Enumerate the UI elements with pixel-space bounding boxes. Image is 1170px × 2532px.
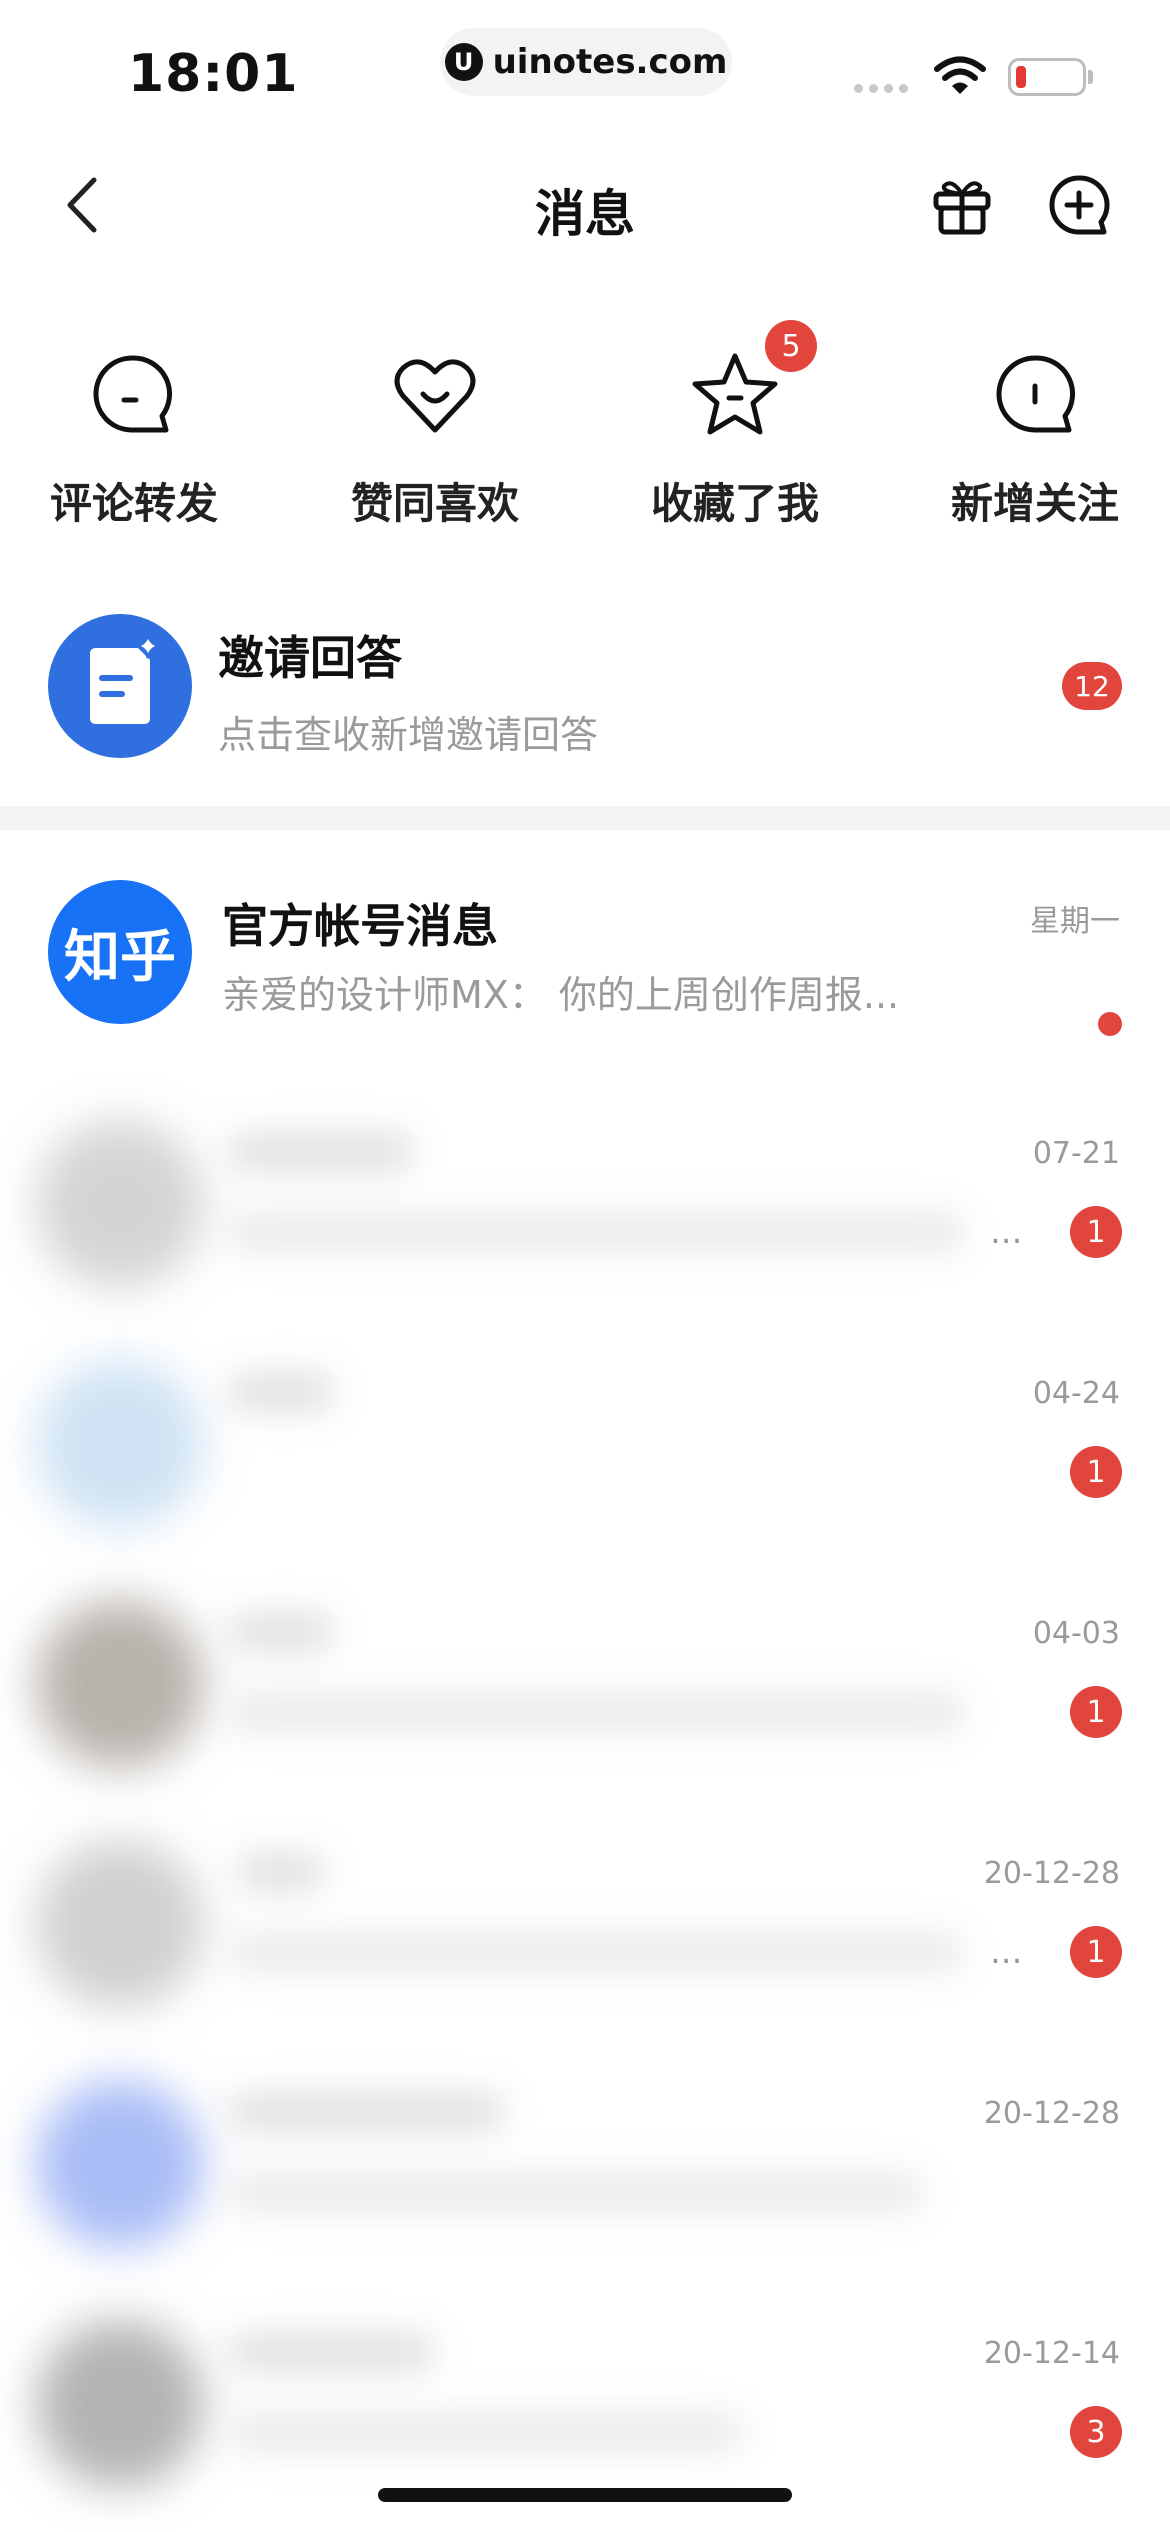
nav-bar: 消息 [0,150,1170,260]
invite-subtitle: 点击查收新增邀请回答 [218,713,599,757]
cellular-signal-icon [854,84,908,93]
blurred-name [236,1850,326,1894]
blurred-preview [226,2170,926,2214]
avatar-text: 知乎 [64,924,176,990]
blurred-preview [226,1690,966,1734]
wifi-icon [934,56,986,94]
blurred-name [226,1370,336,1414]
blurred-name [226,1610,336,1654]
blurred-avatar [36,2080,204,2248]
battery-icon [1008,58,1086,96]
entry-label: 新增关注 [950,479,1119,528]
blurred-avatar [36,1600,204,1768]
home-indicator [378,2488,792,2502]
blurred-preview [226,1930,966,1974]
invite-badge: 12 [1062,662,1122,710]
message-row[interactable]: 04-03 1 [0,1580,1170,1820]
blurred-name [226,1130,416,1174]
quick-entries: 评论转发 赞同喜欢 5 收藏了我 新增关注 [0,320,1170,540]
message-time: 04-24 [1032,1376,1120,1411]
message-time: 07-21 [1032,1136,1120,1171]
unread-dot [1098,1012,1122,1036]
entry-label: 收藏了我 [650,479,819,528]
message-row[interactable]: 04-24 1 [0,1340,1170,1580]
entry-followers[interactable]: 新增关注 [885,340,1170,540]
message-row[interactable]: ... 20-12-28 1 [0,1820,1170,2060]
status-bar: 18:01 U uinotes.com [0,0,1170,130]
invite-title: 邀请回答 [218,631,402,685]
message-time: 20-12-28 [983,2096,1120,2131]
blurred-name [226,2090,506,2134]
follow-icon [996,355,1076,433]
unread-badge: 1 [1070,1686,1122,1738]
message-row[interactable]: 20-12-28 [0,2060,1170,2300]
blurred-preview [226,2410,746,2454]
message-time: 20-12-28 [983,1856,1120,1891]
invite-avatar [48,614,192,758]
page-title: 消息 [535,185,635,243]
section-divider [0,806,1170,830]
unread-badge: 1 [1070,1446,1122,1498]
unread-badge: 1 [1070,1206,1122,1258]
message-time: 04-03 [1032,1616,1120,1651]
blurred-avatar [36,1120,204,1288]
blurred-preview [226,1210,966,1254]
unread-badge: 1 [1070,1926,1122,1978]
entry-label: 赞同喜欢 [350,479,519,528]
invite-answer-row[interactable]: 邀请回答 点击查收新增邀请回答 12 [0,600,1170,780]
message-row[interactable]: 知乎 官方帐号消息 亲爱的设计师MX： 你的上周创作周报... 星期一 [0,860,1170,1100]
site-logo-icon: U [444,43,483,81]
message-name: 官方帐号消息 [222,899,498,953]
entry-label: 评论转发 [49,479,218,528]
message-time: 20-12-14 [983,2336,1120,2371]
blurred-avatar [36,1360,204,1528]
add-chat-icon[interactable] [1046,172,1112,238]
entry-favorites[interactable]: 5 收藏了我 [585,320,885,540]
gift-icon[interactable] [930,174,994,238]
blurred-name [226,2330,436,2374]
url-pill[interactable]: U uinotes.com [440,28,732,96]
blurred-avatar [36,2320,204,2488]
battery-tip [1088,70,1093,84]
url-text: uinotes.com [492,42,728,82]
entry-comments[interactable]: 评论转发 [0,340,268,540]
status-time: 18:01 [128,44,299,104]
blurred-avatar [36,1840,204,2008]
message-row[interactable]: ... 07-21 1 [0,1100,1170,1340]
preview-ellipsis: ... [990,1932,1023,1972]
entry-likes[interactable]: 赞同喜欢 [285,340,585,540]
message-time: 星期一 [1030,904,1120,939]
preview-ellipsis: ... [990,1212,1023,1252]
zhihu-avatar: 知乎 [48,880,192,1024]
favorites-badge: 5 [765,320,817,372]
battery-level [1016,66,1026,88]
star-icon [692,353,778,435]
message-preview: 亲爱的设计师MX： 你的上周创作周报... [222,973,900,1017]
document-sparkle-icon [90,633,161,724]
unread-badge: 3 [1070,2406,1122,2458]
comment-icon [93,355,173,433]
heart-icon [394,359,476,433]
